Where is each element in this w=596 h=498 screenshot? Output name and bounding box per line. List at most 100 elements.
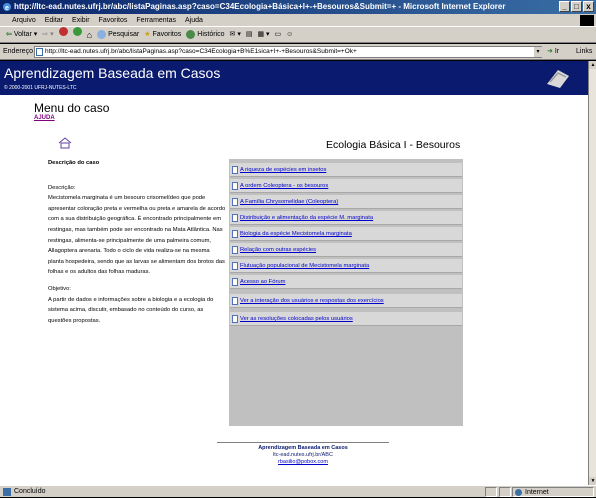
menu-editar[interactable]: Editar [45,14,63,26]
vertical-scrollbar[interactable]: ▲ ▼ [588,61,596,485]
list-item: A Família Chrysomelidae (Coleoptera) [230,195,462,209]
search-icon [97,30,107,39]
site-title: Aprendizagem Baseada em Casos [4,65,221,81]
links-button[interactable]: Links [576,44,592,60]
windows-logo-icon [580,15,594,26]
go-label: Ir [554,48,560,55]
menu-arquivo[interactable]: Arquivo [12,14,36,26]
zone-label: Internet [525,489,549,496]
window-title: http://ltc-ead.nutes.ufrj.br/abc/listaPa… [14,2,506,11]
search-button[interactable]: Pesquisar [97,27,139,43]
home-button[interactable]: ⌂ [87,27,92,43]
help-link[interactable]: AJUDA [34,115,55,121]
document-icon [232,278,238,286]
link-distribuicao[interactable]: Distribuição e alimentação da espécie M.… [240,215,373,221]
footer-email-link[interactable]: rbasilio@pobox.com [217,459,389,466]
link-biologia[interactable]: Biologia da espécie Mecistomela marginat… [240,231,352,237]
chevron-down-icon: ▾ [33,30,38,38]
messenger-button[interactable]: ☺ [286,27,293,43]
page-content: Aprendizagem Baseada em Casos © 2000-200… [0,61,588,485]
address-bar: Endereço http://ltc-ead.nutes.ufrj.br/ab… [0,44,596,60]
status-bar: Concluído Internet [0,485,596,497]
go-button[interactable]: ➜ Ir [547,44,559,60]
mail-button[interactable]: ✉ ▾ [230,27,241,43]
link-riqueza[interactable]: A riqueza de espécies em insetos [240,167,326,173]
footer: Aprendizagem Baseada em Casos ltc-ead.nu… [217,445,389,466]
list-item: A riqueza de espécies em insetos [230,163,462,177]
refresh-icon [72,26,82,36]
edit-button[interactable]: ▦ ▾ [257,27,269,43]
scroll-down-icon[interactable]: ▼ [589,477,596,485]
document-icon [232,246,238,254]
list-item: A ordem Coleoptera - os besouros [230,179,462,193]
history-icon [186,30,196,39]
link-relacao[interactable]: Relação com outras espécies [240,247,316,253]
status-text: Concluído [14,488,46,495]
menu-ajuda[interactable]: Ajuda [185,14,203,26]
history-label: Histórico [197,30,225,38]
status-pane [499,487,511,497]
list-item: Ver a interação dos usuários e respostas… [230,294,462,308]
scroll-up-icon[interactable]: ▲ [589,61,596,69]
back-arrow-icon: ⇦ [6,30,12,38]
stop-icon [58,26,68,36]
document-icon [232,262,238,270]
list-item: Acesso ao Fórum [230,275,462,289]
document-icon [232,297,238,305]
list-item: Ver as resoluções colocadas pelos usuári… [230,312,462,326]
go-arrow-icon: ➜ [547,48,553,55]
link-familia[interactable]: A Família Chrysomelidae (Coleoptera) [240,199,338,205]
minimize-button[interactable]: _ [559,1,570,12]
menu-favoritos[interactable]: Favoritos [99,14,128,26]
menu-title: Menu do caso [34,101,110,115]
refresh-button[interactable] [72,26,82,43]
list-item: Distribuição e alimentação da espécie M.… [230,211,462,225]
objective-label: Objetivo: [48,285,71,292]
link-ordem[interactable]: A ordem Coleoptera - os besouros [240,183,328,189]
title-bar: e http://ltc-ead.nutes.ufrj.br/abc/lista… [0,0,596,14]
search-label: Pesquisar [108,30,140,38]
close-button[interactable]: x [583,1,594,12]
star-icon: ★ [144,30,151,38]
address-dropdown[interactable]: ▾ [534,47,542,57]
menu-exibir[interactable]: Exibir [72,14,90,26]
copyright: © 2000-2001 UFRJ-NUTES-LTC [4,85,77,91]
back-button[interactable]: ⇦ Voltar ▾ [6,27,37,43]
footer-divider [217,442,389,443]
link-forum[interactable]: Acesso ao Fórum [240,279,285,285]
menu-bar: Arquivo Editar Exibir Favoritos Ferramen… [0,14,596,27]
toolbar: ⇦ Voltar ▾ ⇨ ▾ ⌂ Pesquisar ★ Favoritos H… [0,26,596,43]
footer-url: ltc-ead.nutes.ufrj.br/ABC [273,452,333,458]
link-interacao[interactable]: Ver a interação dos usuários e respostas… [240,298,384,304]
stop-button[interactable] [58,26,68,43]
site-logo-icon [544,64,572,92]
forward-button[interactable]: ⇨ ▾ [42,27,53,43]
history-button[interactable]: Histórico [186,27,225,43]
globe-icon [515,489,522,496]
document-icon [232,315,238,323]
links-panel: A riqueza de espécies em insetos A ordem… [229,159,463,426]
page-heading: Ecologia Básica I - Besouros [326,139,461,151]
address-url: http://ltc-ead.nutes.ufrj.br/abc/listaPa… [45,48,357,55]
page-icon [36,48,43,56]
discuss-button[interactable]: ▭ [275,27,282,43]
address-input[interactable]: http://ltc-ead.nutes.ufrj.br/abc/listaPa… [34,46,542,58]
description-text: Mecistomela marginata é um besouro criso… [48,195,226,276]
home-icon[interactable] [58,137,72,149]
svg-text:e: e [5,5,9,12]
link-flutuacao[interactable]: Flutuação populacional de Mecistomela ma… [240,263,369,269]
maximize-button[interactable]: □ [571,1,582,12]
status-pane [485,487,497,497]
print-button[interactable]: ▤ [246,27,253,43]
site-banner: Aprendizagem Baseada em Casos © 2000-200… [0,61,588,95]
description-header: Descrição do caso [48,160,100,166]
document-icon [232,166,238,174]
link-resolucoes[interactable]: Ver as resoluções colocadas pelos usuári… [240,316,353,322]
menu-ferramentas[interactable]: Ferramentas [136,14,176,26]
case-description: Descrição do caso Descrição: Mecistomela… [48,158,226,326]
footer-title: Aprendizagem Baseada em Casos [258,445,348,451]
description-label: Descrição: [48,184,76,191]
favorites-button[interactable]: ★ Favoritos [144,27,181,43]
browser-window: e http://ltc-ead.nutes.ufrj.br/abc/lista… [0,0,596,497]
list-item: Biologia da espécie Mecistomela marginat… [230,227,462,241]
